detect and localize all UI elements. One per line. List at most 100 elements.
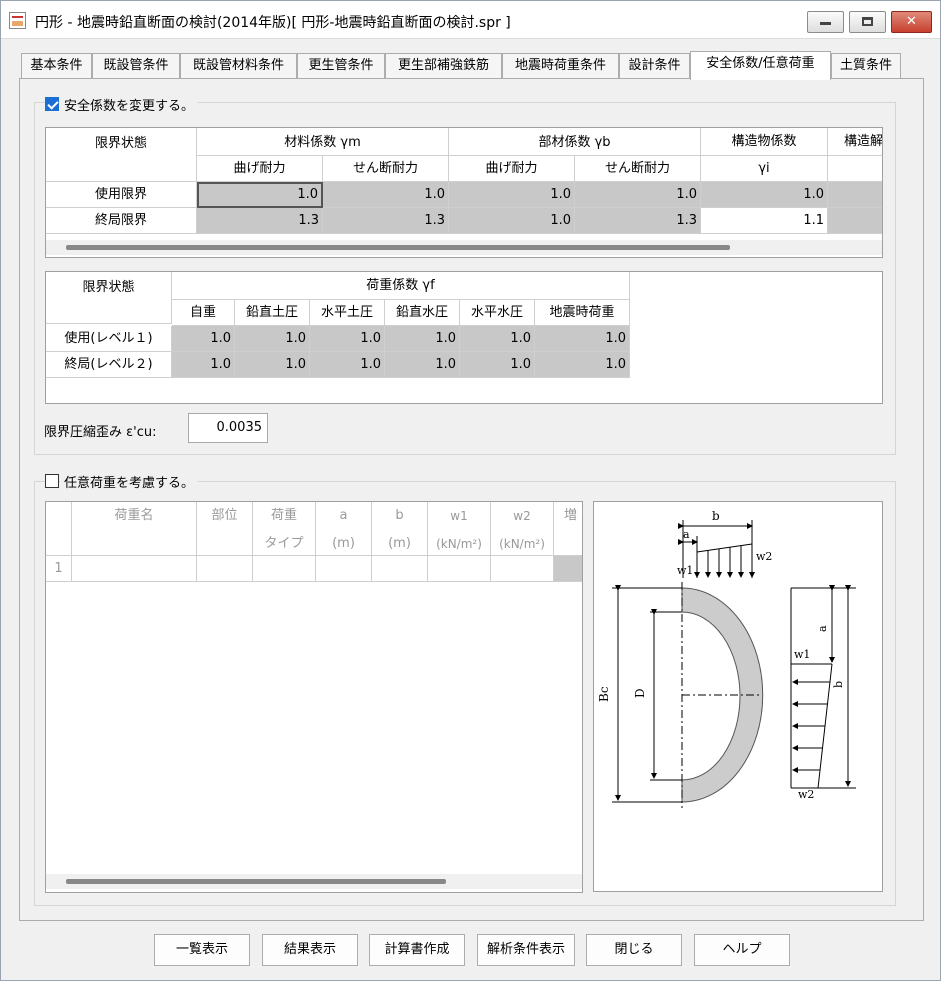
safety-checkbox-label: 安全係数を変更する。 [60,95,199,114]
cell-w2[interactable] [491,556,554,582]
cell2-ultimate-0[interactable]: 1.0 [172,352,235,378]
col-more: 増 [554,502,582,556]
corner-cell [46,502,72,556]
tab-reinforcement[interactable]: 更生部補強鉄筋 [385,53,502,79]
load-diagram: b a w1 w2 Bc D a b w1 w2 [593,501,883,892]
cell2-service-0[interactable]: 1.0 [172,326,235,352]
row2-label-ultimate: 終局(レベル２) [46,352,172,378]
tab-seismic-load[interactable]: 地震時荷重条件 [502,53,619,79]
cell2-ultimate-3[interactable]: 1.0 [385,352,460,378]
label-w2-side: w2 [798,788,814,801]
col-limit-state: 限界状態 [46,128,197,182]
tab-safety-factor[interactable]: 安全係数/任意荷重 [690,51,831,80]
cell-part[interactable] [197,556,253,582]
table1-hscroll[interactable] [46,240,882,255]
dim-d: D [633,688,647,698]
col2-self-weight: 自重 [172,300,235,326]
report-button[interactable]: 計算書作成 [369,934,465,966]
col-w1: w1 (kN/m²) [428,502,491,556]
table3-hscroll[interactable] [46,874,582,889]
safety-checkbox[interactable] [45,97,59,111]
col2-horiz-water: 水平水圧 [460,300,535,326]
arbitrary-load-checkbox-label: 任意荷重を考慮する。 [60,472,199,491]
tab-existing-pipe[interactable]: 既設管条件 [92,53,180,79]
cell-ultimate-structure[interactable]: 1.1 [701,208,828,234]
row-label-service: 使用限界 [46,182,197,208]
cell-ultimate-mem-shear[interactable]: 1.3 [575,208,701,234]
col2-limit-state: 限界状態 [46,272,172,324]
load-diagram-svg: b a w1 w2 Bc D a b w1 w2 [597,509,856,808]
cell-service-mat-shear[interactable]: 1.0 [323,182,449,208]
cell-ultimate-mat-bend[interactable]: 1.3 [197,208,323,234]
window-title: 円形 - 地震時鉛直断面の検討(2014年版)[ 円形-地震時鉛直断面の検討.s… [35,15,511,31]
app-icon [9,12,26,29]
tab-renewal-pipe[interactable]: 更生管条件 [297,53,385,79]
cell-a[interactable] [316,556,372,582]
arbitrary-load-table: 荷重名 部位 荷重 タイプ a (m) b (m) w1 (kN/m²) w2 (kN/m… [45,501,583,893]
list-view-button[interactable]: 一覧表示 [154,934,250,966]
col-load-type: 荷重 タイプ [253,502,316,556]
tab-design[interactable]: 設計条件 [619,53,690,79]
close-icon: ✕ [906,14,917,29]
col2-vert-earth: 鉛直土圧 [235,300,310,326]
help-button[interactable]: ヘルプ [694,934,790,966]
label-w2-top: w2 [756,550,772,563]
dim-b-side: b [832,681,845,688]
minimize-icon [820,22,831,25]
cell2-ultimate-2[interactable]: 1.0 [310,352,385,378]
cell2-service-3[interactable]: 1.0 [385,326,460,352]
col-structure-gamma: γi [701,156,828,182]
dim-b-top: b [712,509,720,523]
col-material-shear: せん断耐力 [323,156,449,182]
maximize-button[interactable] [849,11,886,33]
safety-factor-table: 限界状態 材料係数 γm 部材係数 γb 構造物係数 構造解 曲げ耐力 せん断耐… [45,127,883,258]
tab-soil[interactable]: 土質条件 [831,53,901,79]
cell-service-structure[interactable]: 1.0 [701,182,828,208]
cell-more[interactable] [554,556,582,582]
cell2-ultimate-1[interactable]: 1.0 [235,352,310,378]
maximize-icon [862,17,873,26]
col2-horiz-earth: 水平土圧 [310,300,385,326]
cell2-service-4[interactable]: 1.0 [460,326,535,352]
col-part: 部位 [197,502,253,556]
analysis-condition-button[interactable]: 解析条件表示 [477,934,575,966]
col-a: a (m) [316,502,372,556]
tab-basic[interactable]: 基本条件 [21,53,92,79]
cell-ultimate-mem-bend[interactable]: 1.0 [449,208,575,234]
cell-service-mem-shear[interactable]: 1.0 [575,182,701,208]
cell-ultimate-mat-shear[interactable]: 1.3 [323,208,449,234]
cell-load-type[interactable] [253,556,316,582]
col-member-bend: 曲げ耐力 [449,156,575,182]
cell-service-mat-bend[interactable]: 1.0 [197,182,323,208]
close-dialog-button[interactable]: 閉じる [586,934,682,966]
col-b: b (m) [372,502,428,556]
cell-service-analysis[interactable] [828,182,882,208]
cell-b[interactable] [372,556,428,582]
cell2-ultimate-5[interactable]: 1.0 [535,352,630,378]
label-w1-top: w1 [677,564,693,577]
cell-load-name[interactable] [72,556,197,582]
table3-hscroll-thumb[interactable] [66,879,446,884]
row-label-ultimate: 終局限界 [46,208,197,234]
table1-hscroll-thumb[interactable] [66,245,730,250]
cell2-ultimate-4[interactable]: 1.0 [460,352,535,378]
cell-ultimate-analysis[interactable] [828,208,882,234]
col-w2: w2 (kN/m²) [491,502,554,556]
tab-existing-material[interactable]: 既設管材料条件 [180,53,297,79]
cell-service-mem-bend[interactable]: 1.0 [449,182,575,208]
col-material-bend: 曲げ耐力 [197,156,323,182]
tab-panel: 安全係数を変更する。 限界状態 材料係数 γm 部材係数 γb 構造物係数 構造… [19,78,924,921]
row2-label-service: 使用(レベル１) [46,326,172,352]
strain-input[interactable]: 0.0035 [188,413,268,443]
close-button[interactable]: ✕ [891,11,932,33]
cell2-service-1[interactable]: 1.0 [235,326,310,352]
cell2-service-2[interactable]: 1.0 [310,326,385,352]
cell-w1[interactable] [428,556,491,582]
minimize-button[interactable] [807,11,844,33]
col2-load-factor: 荷重係数 γf [172,272,630,300]
arbitrary-load-checkbox[interactable] [45,474,59,488]
dim-a-side: a [816,625,829,632]
label-w1-side: w1 [794,648,810,661]
cell2-service-5[interactable]: 1.0 [535,326,630,352]
result-view-button[interactable]: 結果表示 [262,934,358,966]
